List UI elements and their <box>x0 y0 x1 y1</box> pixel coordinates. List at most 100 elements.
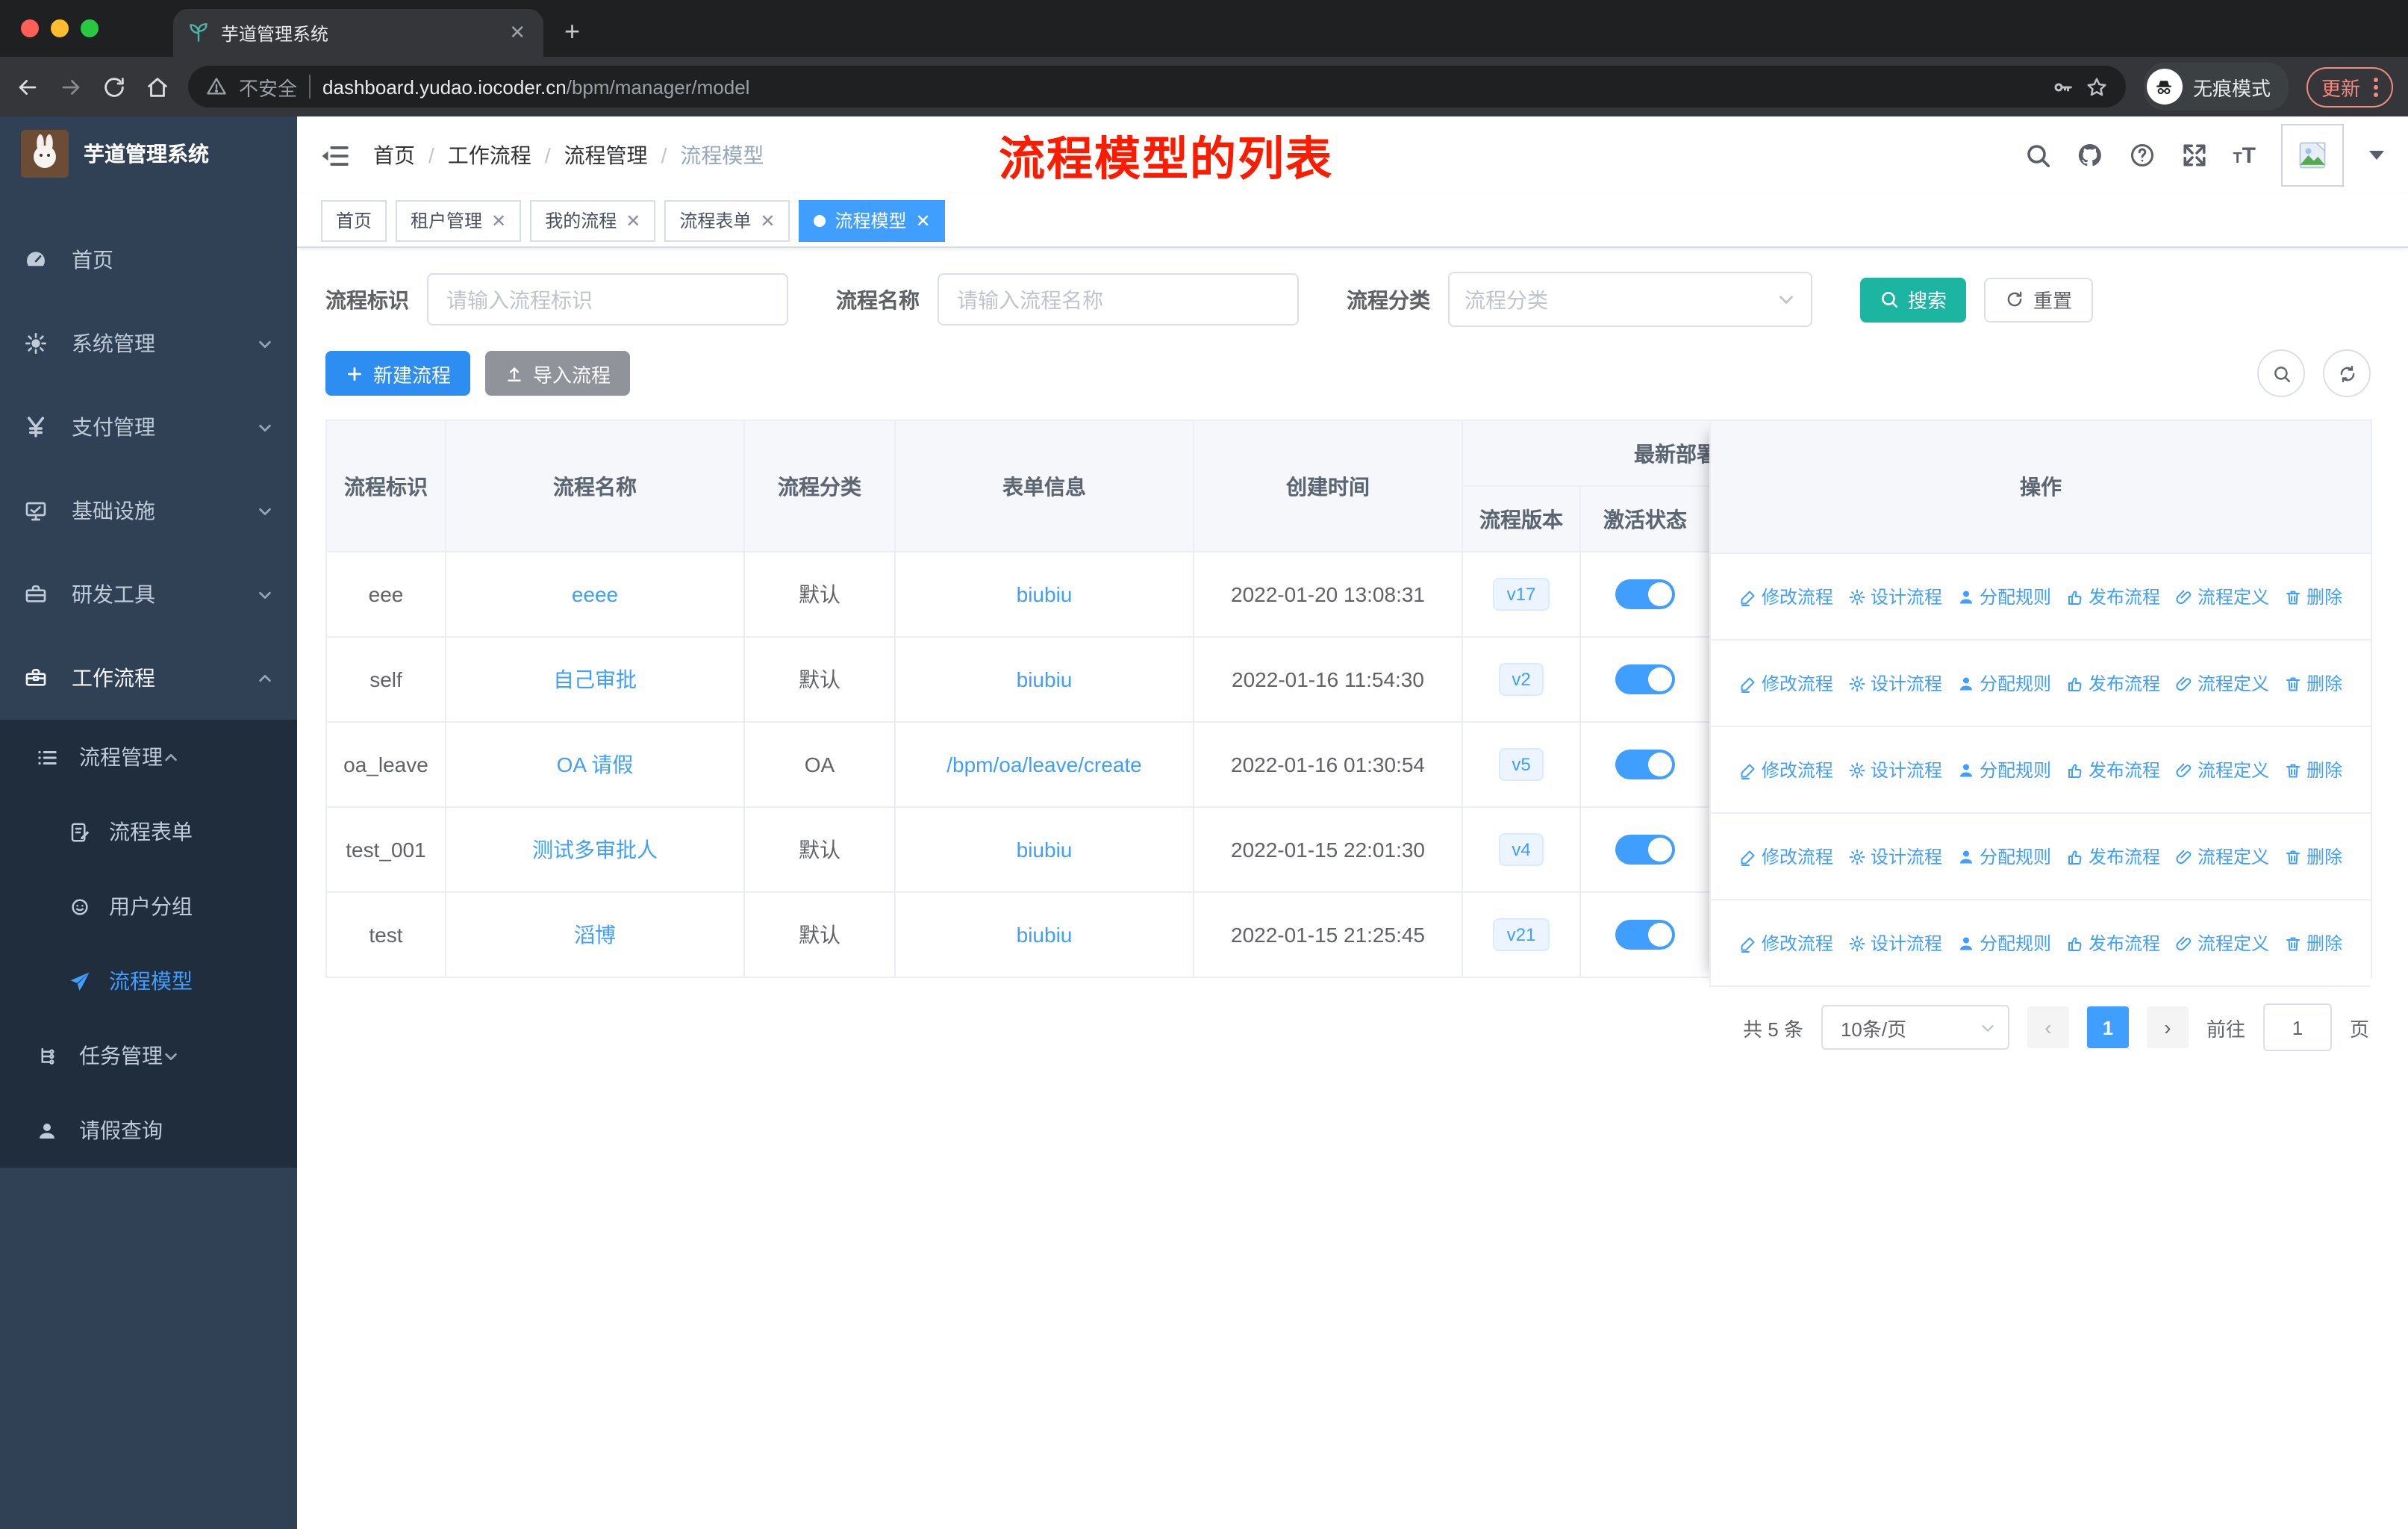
process-id-input[interactable] <box>427 273 788 326</box>
address-bar[interactable]: 不安全 dashboard.yudao.iocoder.cn/bpm/manag… <box>188 66 2126 108</box>
action-design-link[interactable]: 设计流程 <box>1848 670 1942 696</box>
action-edit-link[interactable]: 修改流程 <box>1739 844 1833 869</box>
sidebar-item-process-management[interactable]: 流程管理 <box>0 720 297 794</box>
process-category-select[interactable]: 流程分类 <box>1448 272 1812 327</box>
new-tab-button[interactable]: + <box>564 16 580 57</box>
action-design-link[interactable]: 设计流程 <box>1848 757 1942 782</box>
action-assign-link[interactable]: 分配规则 <box>1957 844 2051 869</box>
tag-close-icon[interactable]: ✕ <box>491 210 506 231</box>
action-delete-link[interactable]: 删除 <box>2284 584 2342 609</box>
hide-search-button[interactable] <box>2257 349 2305 397</box>
action-edit-link[interactable]: 修改流程 <box>1739 930 1833 956</box>
action-publish-link[interactable]: 发布流程 <box>2066 757 2160 782</box>
browser-update-button[interactable]: 更新 <box>2306 66 2393 107</box>
sidebar-item-process-model[interactable]: 流程模型 <box>0 944 297 1018</box>
tag-tenant[interactable]: 租户管理 ✕ <box>396 199 522 241</box>
sidebar-item-infrastructure[interactable]: 基础设施 <box>0 469 297 552</box>
process-name-link[interactable]: 滔博 <box>574 920 616 950</box>
status-toggle[interactable] <box>1615 664 1675 694</box>
refresh-table-button[interactable] <box>2323 349 2371 397</box>
action-delete-link[interactable]: 删除 <box>2284 844 2342 869</box>
search-icon[interactable] <box>2024 142 2050 169</box>
form-link[interactable]: biubiu <box>1017 667 1073 691</box>
browser-menu-icon[interactable] <box>2374 77 2378 96</box>
sidebar-item-system[interactable]: 系统管理 <box>0 302 297 385</box>
action-edit-link[interactable]: 修改流程 <box>1739 584 1833 609</box>
sidebar-fold-icon[interactable] <box>321 141 349 169</box>
process-name-link[interactable]: OA 请假 <box>557 750 634 779</box>
goto-page-input[interactable] <box>2262 1003 2332 1051</box>
tag-process-model[interactable]: 流程模型 ✕ <box>799 199 946 241</box>
sidebar-item-task-management[interactable]: 任务管理 <box>0 1018 297 1093</box>
security-label[interactable]: 不安全 <box>239 72 297 101</box>
maximize-window-button[interactable] <box>81 19 99 37</box>
current-page-button[interactable]: 1 <box>2086 1006 2129 1048</box>
sidebar-item-home[interactable]: 首页 <box>0 218 297 302</box>
action-publish-link[interactable]: 发布流程 <box>2066 584 2160 609</box>
back-icon[interactable] <box>15 74 40 99</box>
key-icon[interactable] <box>2051 75 2074 98</box>
page-size-select[interactable]: 10条/页 <box>1821 1005 2009 1050</box>
minimize-window-button[interactable] <box>51 19 69 37</box>
sidebar-item-user-group[interactable]: 用户分组 <box>0 869 297 944</box>
tag-home[interactable]: 首页 <box>321 199 387 241</box>
breadcrumb-item[interactable]: 工作流程 <box>448 140 531 170</box>
tag-close-icon[interactable]: ✕ <box>626 210 640 231</box>
process-name-link[interactable]: 测试多审批人 <box>532 835 658 865</box>
close-window-button[interactable] <box>21 19 39 37</box>
reload-icon[interactable] <box>102 74 127 99</box>
next-page-button[interactable]: › <box>2146 1006 2189 1048</box>
help-icon[interactable] <box>2128 142 2155 169</box>
sidebar-item-devtools[interactable]: 研发工具 <box>0 552 297 636</box>
create-process-button[interactable]: 新建流程 <box>325 351 471 396</box>
bookmark-star-icon[interactable] <box>2086 75 2108 98</box>
action-assign-link[interactable]: 分配规则 <box>1957 584 2051 609</box>
avatar[interactable] <box>2281 124 2344 187</box>
form-link[interactable]: biubiu <box>1017 582 1073 606</box>
status-toggle[interactable] <box>1615 750 1675 779</box>
search-button[interactable]: 搜索 <box>1860 277 1967 322</box>
sidebar-item-workflow[interactable]: 工作流程 <box>0 636 297 720</box>
form-link[interactable]: biubiu <box>1017 923 1073 947</box>
process-name-link[interactable]: eeee <box>572 582 618 606</box>
forward-icon[interactable] <box>58 74 84 99</box>
import-process-button[interactable]: 导入流程 <box>485 351 631 396</box>
process-name-input[interactable] <box>938 273 1299 326</box>
tag-process-form[interactable]: 流程表单 ✕ <box>664 199 790 241</box>
action-definition-link[interactable]: 流程定义 <box>2175 584 2269 609</box>
action-definition-link[interactable]: 流程定义 <box>2175 844 2269 869</box>
sidebar-item-leave-query[interactable]: 请假查询 <box>0 1093 297 1168</box>
page-url[interactable]: dashboard.yudao.iocoder.cn/bpm/manager/m… <box>322 75 749 98</box>
prev-page-button[interactable]: ‹ <box>2027 1006 2069 1048</box>
action-assign-link[interactable]: 分配规则 <box>1957 930 2051 956</box>
action-edit-link[interactable]: 修改流程 <box>1739 757 1833 782</box>
action-delete-link[interactable]: 删除 <box>2284 930 2342 956</box>
action-publish-link[interactable]: 发布流程 <box>2066 930 2160 956</box>
action-definition-link[interactable]: 流程定义 <box>2175 670 2269 696</box>
breadcrumb-item[interactable]: 流程管理 <box>564 140 648 170</box>
app-logo[interactable]: 芋道管理系统 <box>0 116 297 191</box>
action-assign-link[interactable]: 分配规则 <box>1957 757 2051 782</box>
font-size-icon[interactable]: TT <box>2233 143 2256 168</box>
action-publish-link[interactable]: 发布流程 <box>2066 670 2160 696</box>
sidebar-item-process-form[interactable]: 流程表单 <box>0 794 297 869</box>
reset-button[interactable]: 重置 <box>1984 277 2094 322</box>
breadcrumb-item[interactable]: 首页 <box>373 140 415 170</box>
tag-my-process[interactable]: 我的流程 ✕ <box>530 199 656 241</box>
form-link[interactable]: /bpm/oa/leave/create <box>946 753 1142 776</box>
action-design-link[interactable]: 设计流程 <box>1848 844 1942 869</box>
fullscreen-icon[interactable] <box>2180 142 2207 169</box>
action-edit-link[interactable]: 修改流程 <box>1739 670 1833 696</box>
github-icon[interactable] <box>2076 142 2103 169</box>
tag-close-icon[interactable]: ✕ <box>760 210 775 231</box>
action-delete-link[interactable]: 删除 <box>2284 670 2342 696</box>
status-toggle[interactable] <box>1615 835 1675 865</box>
home-icon[interactable] <box>145 74 170 99</box>
status-toggle[interactable] <box>1615 920 1675 950</box>
action-definition-link[interactable]: 流程定义 <box>2175 757 2269 782</box>
form-link[interactable]: biubiu <box>1017 838 1073 862</box>
process-name-link[interactable]: 自己审批 <box>553 664 637 694</box>
action-definition-link[interactable]: 流程定义 <box>2175 930 2269 956</box>
action-publish-link[interactable]: 发布流程 <box>2066 844 2160 869</box>
security-warning-icon[interactable] <box>206 76 227 97</box>
